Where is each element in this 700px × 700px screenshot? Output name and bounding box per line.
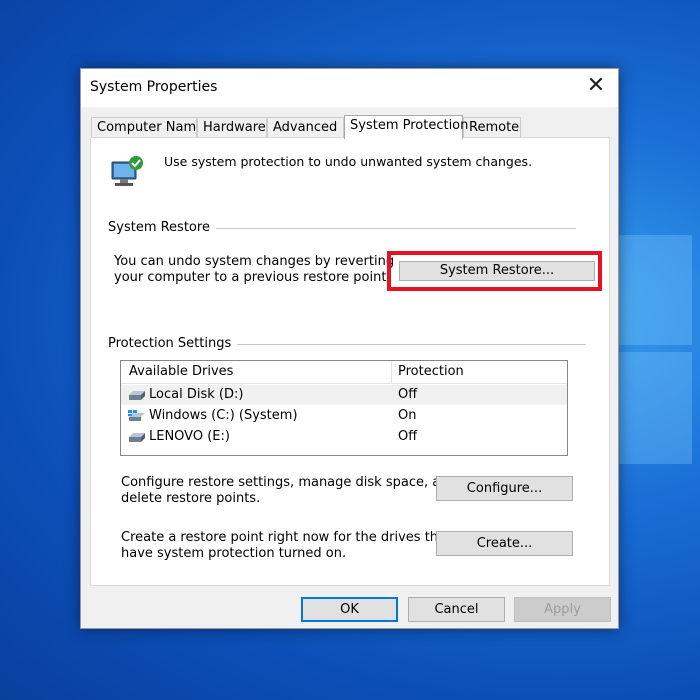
- close-icon[interactable]: ✕: [584, 75, 608, 99]
- drive-name: LENOVO (E:): [149, 429, 230, 444]
- description-line: You can undo system changes by reverting: [114, 254, 395, 269]
- drive-row[interactable]: Windows (C:) (System) On: [121, 406, 567, 426]
- description-line: Configure restore settings, manage disk …: [121, 475, 457, 490]
- description-line: have system protection turned on.: [121, 546, 347, 561]
- tab-advanced[interactable]: Advanced: [267, 117, 344, 137]
- drive-icon: [129, 391, 145, 400]
- configure-description: Configure restore settings, manage disk …: [121, 475, 457, 507]
- wallpaper-pane: [610, 235, 692, 345]
- highlight-box: [387, 251, 602, 291]
- description-line: Create a restore point right now for the…: [121, 530, 452, 545]
- windows-drive-icon: [128, 410, 145, 421]
- system-restore-description: You can undo system changes by reverting…: [114, 254, 394, 286]
- drives-list-header: Available Drives Protection: [121, 361, 567, 384]
- column-header-protection[interactable]: Protection: [398, 364, 464, 379]
- intro-text: Use system protection to undo unwanted s…: [164, 154, 533, 169]
- create-description: Create a restore point right now for the…: [121, 530, 451, 562]
- section-divider: [211, 228, 576, 229]
- computer-shield-icon: [111, 156, 143, 186]
- section-divider: [231, 344, 586, 345]
- tab-remote[interactable]: Remote: [463, 117, 521, 137]
- drive-row[interactable]: Local Disk (D:) Off: [121, 385, 567, 405]
- system-protection-panel: Use system protection to undo unwanted s…: [90, 137, 610, 586]
- drive-row[interactable]: LENOVO (E:) Off: [121, 427, 567, 447]
- tab-computer-name[interactable]: Computer Name: [91, 117, 204, 137]
- drive-name: Local Disk (D:): [149, 387, 244, 402]
- drive-protection: Off: [398, 387, 418, 402]
- column-header-drives[interactable]: Available Drives: [129, 364, 233, 379]
- drive-protection: Off: [398, 429, 418, 444]
- description-line: your computer to a previous restore poin…: [114, 270, 391, 285]
- window-title: System Properties: [90, 79, 218, 95]
- apply-button: Apply: [514, 597, 611, 622]
- column-separator[interactable]: [391, 361, 392, 383]
- ok-button[interactable]: OK: [301, 597, 398, 622]
- drive-icon: [129, 433, 145, 442]
- protection-settings-heading: Protection Settings: [108, 336, 238, 351]
- tab-hardware[interactable]: Hardware: [197, 117, 267, 137]
- create-button[interactable]: Create...: [436, 531, 573, 556]
- title-bar[interactable]: System Properties ✕: [81, 69, 618, 107]
- cancel-button[interactable]: Cancel: [408, 597, 505, 622]
- wallpaper-pane: [610, 352, 692, 464]
- system-restore-heading: System Restore: [108, 220, 216, 235]
- drive-name: Windows (C:) (System): [149, 408, 298, 423]
- tab-system-protection[interactable]: System Protection: [344, 115, 468, 139]
- description-line: delete restore points.: [121, 491, 261, 506]
- system-properties-dialog: System Properties ✕ Computer Name Hardwa…: [80, 68, 619, 629]
- drive-protection: On: [398, 408, 417, 423]
- configure-button[interactable]: Configure...: [436, 476, 573, 501]
- drives-list[interactable]: Available Drives Protection Local Disk (…: [120, 360, 568, 456]
